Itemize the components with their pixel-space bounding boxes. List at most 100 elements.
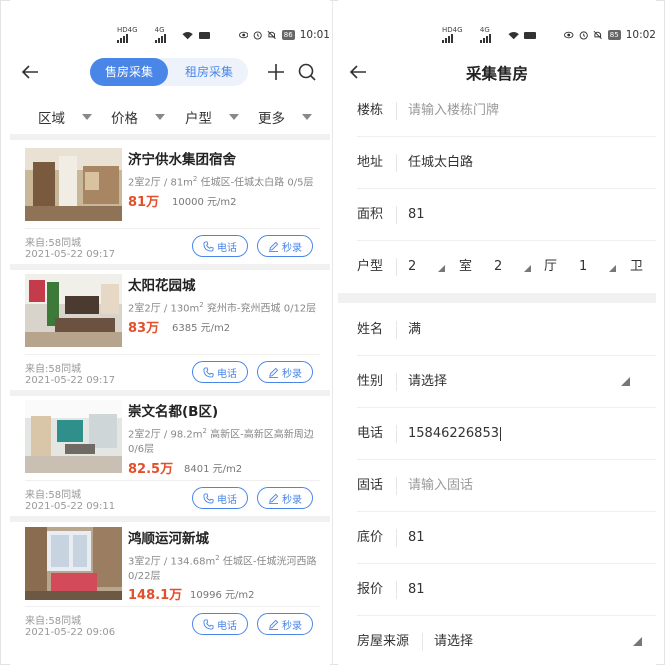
area-field[interactable]: 面积 81 [338,189,656,241]
house-source-field[interactable]: 房屋来源 请选择 [338,616,656,665]
quick-record-button[interactable]: 秒录 [257,361,313,383]
tab-rent-collection[interactable]: 租房采集 [170,58,248,86]
gender-select[interactable]: 请选择 [408,356,447,408]
filter-price[interactable]: 价格 [111,106,165,128]
listing-title: 济宁供水集团宿舍 [128,152,236,168]
gender-field[interactable]: 性别 请选择 [338,356,656,408]
text-cursor [499,426,501,441]
phone-input[interactable]: 15846226853 [408,408,501,460]
quote-price-input[interactable]: 81 [408,564,425,616]
listing-card[interactable]: 太阳花园城 2室2厅 / 130m2 兖州市-兖州西城 0/12层 83万 63… [10,274,330,400]
storage-icon [198,31,210,39]
wifi-icon [182,31,194,39]
house-source-select[interactable]: 请选择 [434,616,473,665]
listing-card[interactable]: 济宁供水集团宿舍 2室2厅 / 81m2 任城区-任城太白路 0/5层 81万 … [10,148,330,274]
baths-unit: 卫 [630,259,644,274]
divider [25,354,320,355]
pencil-icon [268,367,279,378]
pencil-icon [268,241,279,252]
listing-title: 鸿顺运河新城 [128,531,209,547]
name-input[interactable]: 满 [408,304,421,356]
filter-layout[interactable]: 户型 [185,106,239,128]
section-gap [10,264,330,270]
phone-field[interactable]: 电话 15846226853 [338,408,656,460]
address-field[interactable]: 地址 任城太白路 [338,137,656,189]
listing-price: 81万 [128,195,160,210]
phone-icon [203,492,214,504]
section-gap [338,293,656,303]
listing-unit-price: 10000 元/m2 [172,197,237,208]
halls-select[interactable]: 2 [494,241,502,293]
tab-sale-collection[interactable]: 售房采集 [90,58,168,86]
quick-record-button[interactable]: 秒录 [257,487,313,509]
landline-field[interactable]: 固话 请输入固话 [338,460,656,512]
call-button[interactable]: 电话 [192,235,248,257]
listing-photo [25,274,122,347]
rooms-unit: 室 [459,259,473,274]
listing-meta: 3室2厅 / 134.68m2 任城区-任城洸河西路 0/22层 [128,554,317,583]
battery-icon: 86 [281,30,295,40]
name-field[interactable]: 姓名 满 [338,304,656,356]
building-field[interactable]: 楼栋 请输入楼栋门牌 [338,85,656,137]
listing-photo [25,148,122,221]
listing-photo [25,400,122,473]
section-gap [10,516,330,522]
listing-price: 148.1万 [128,588,183,603]
area-input[interactable]: 81 [408,189,425,241]
back-arrow-icon[interactable] [20,62,40,82]
divider [396,425,397,443]
call-button[interactable]: 电话 [192,487,248,509]
quote-price-field[interactable]: 报价 81 [338,564,656,616]
plus-icon[interactable] [266,62,286,82]
dropdown-arrow-icon [82,114,92,120]
divider [396,206,397,224]
pencil-icon [268,493,279,504]
filter-more[interactable]: 更多 [258,106,312,128]
rooms-select[interactable]: 2 [408,241,416,293]
listing-meta: 2室2厅 / 81m2 任城区-任城太白路 0/5层 [128,175,314,189]
divider [396,477,397,495]
collection-type-switch: 售房采集 租房采集 [90,58,248,86]
signal-2-icon: 4G [154,27,178,43]
phone-icon [203,366,214,378]
divider [396,102,397,120]
field-label: 楼栋 [357,103,384,118]
field-label: 姓名 [357,322,384,337]
divider [25,606,320,607]
battery-icon: 85 [607,30,621,40]
dropdown-arrow-icon [633,637,642,646]
field-label: 地址 [357,155,384,170]
baths-select[interactable]: 1 [579,241,587,293]
quick-record-button[interactable]: 秒录 [257,235,313,257]
listing-meta: 2室2厅 / 98.2m2 高新区-高新区高新周边 0/6层 [128,427,314,456]
search-icon[interactable] [297,62,317,82]
listing-source: 来自:58同城 [25,490,82,501]
signal-2-icon: 4G [479,27,503,43]
pencil-icon [268,619,279,630]
divider [422,633,423,651]
quick-record-button[interactable]: 秒录 [257,613,313,635]
call-button[interactable]: 电话 [192,613,248,635]
eye-icon [564,31,574,39]
wifi-icon [508,31,519,39]
listing-source: 来自:58同城 [25,364,82,375]
listing-screen: HD4G 4G 86 10:01 售房采集 租房采集 区域 价格 户型 更多 济… [10,0,330,665]
call-button[interactable]: 电话 [192,361,248,383]
address-input[interactable]: 任城太白路 [408,137,473,189]
listing-unit-price: 10996 元/m2 [190,590,255,601]
field-label: 户型 [357,259,384,274]
listing-card[interactable]: 鸿顺运河新城 3室2厅 / 134.68m2 任城区-任城洸河西路 0/22层 … [10,527,330,653]
landline-input[interactable]: 请输入固话 [408,460,473,512]
listing-card[interactable]: 崇文名都(B区) 2室2厅 / 98.2m2 高新区-高新区高新周边 0/6层 … [10,400,330,526]
form-header: 采集售房 [338,56,656,88]
alarm-icon [253,31,262,40]
listing-source: 来自:58同城 [25,616,82,627]
phone-icon [203,618,214,630]
filter-region[interactable]: 区域 [38,106,92,128]
base-price-field[interactable]: 底价 81 [338,512,656,564]
base-price-input[interactable]: 81 [408,512,425,564]
listing-header: 售房采集 租房采集 [10,56,330,88]
building-input[interactable]: 请输入楼栋门牌 [408,85,499,137]
dropdown-arrow-icon [621,377,630,386]
divider [396,258,397,276]
